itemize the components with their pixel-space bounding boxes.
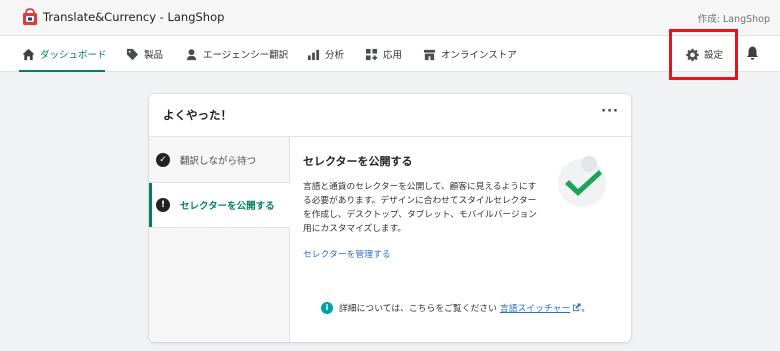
nav-item-label: 製品 xyxy=(144,50,164,61)
bar-chart-icon xyxy=(307,49,320,60)
onboarding-card: よくやった！ ··· ✓ 翻訳しながら待つ ! セレクターを公開する セレクター… xyxy=(149,94,631,342)
info-row: i 詳細については、こちらをご覧ください 言語スイッチャー 。 xyxy=(321,301,590,314)
info-suffix: 。 xyxy=(581,304,591,314)
store-icon xyxy=(423,49,436,60)
active-tab-indicator xyxy=(19,70,105,72)
checkmark-circle-icon: ✓ xyxy=(156,152,170,167)
nav-item-products[interactable]: 製品 xyxy=(126,36,163,72)
nav-item-label: 分析 xyxy=(325,50,345,61)
tag-icon xyxy=(126,48,139,60)
content-description: 言語と通貨のセレクターを公開して、顧客に見えるようにする必要があります。デザイン… xyxy=(303,182,537,234)
nav-item-label: 応用 xyxy=(383,50,403,61)
language-switcher-link[interactable]: 言語スイッチャー xyxy=(500,301,570,314)
nav-item-label: オンラインストア xyxy=(441,50,517,61)
home-icon xyxy=(22,48,35,60)
success-check-illustration-icon xyxy=(558,156,606,207)
author-label: 作成: LangShop xyxy=(697,14,770,25)
nav-item-apps[interactable]: 応用 xyxy=(365,36,402,72)
info-icon: i xyxy=(321,301,333,314)
step-list: ✓ 翻訳しながら待つ ! セレクターを公開する xyxy=(149,137,290,342)
alert-circle-icon: ! xyxy=(156,198,170,212)
nav-item-label: ダッシュボード xyxy=(40,50,107,61)
nav-item-agency-translation[interactable]: エージェンシー翻訳 xyxy=(185,36,288,72)
app-topbar: Translate&Currency - LangShop 作成: LangSh… xyxy=(0,0,780,36)
shopping-bag-logo-icon xyxy=(23,8,37,25)
nav-item-label: エージェンシー翻訳 xyxy=(203,50,289,61)
info-text: 詳細については、こちらをご覧ください xyxy=(339,304,497,314)
main-nav: ダッシュボード 製品 エージェンシー翻訳 分析 応用 オンラインストア 設定 xyxy=(0,36,780,72)
bell-icon[interactable] xyxy=(746,46,759,60)
step-label: セレクターを公開する xyxy=(180,201,275,212)
translator-icon xyxy=(186,48,197,60)
active-step-indicator xyxy=(149,183,152,227)
step-item-translate[interactable]: ✓ 翻訳しながら待つ xyxy=(149,137,290,182)
step-label: 翻訳しながら待つ xyxy=(180,155,257,167)
external-link-icon xyxy=(573,303,581,312)
content-title: セレクターを公開する xyxy=(303,155,413,168)
nav-item-online-store[interactable]: オンラインストア xyxy=(423,36,517,72)
step-item-publish-selector[interactable]: ! セレクターを公開する xyxy=(149,182,290,228)
app-title: Translate&Currency - LangShop xyxy=(43,10,225,24)
more-actions-button[interactable]: ··· xyxy=(601,104,619,119)
settings-highlight-box xyxy=(669,29,738,80)
nav-item-analytics[interactable]: 分析 xyxy=(307,36,344,72)
card-title: よくやった！ xyxy=(163,108,232,122)
nav-item-dashboard[interactable]: ダッシュボード xyxy=(22,36,107,72)
manage-selector-link[interactable]: セレクターを管理する xyxy=(303,247,391,260)
apps-icon xyxy=(365,48,378,60)
